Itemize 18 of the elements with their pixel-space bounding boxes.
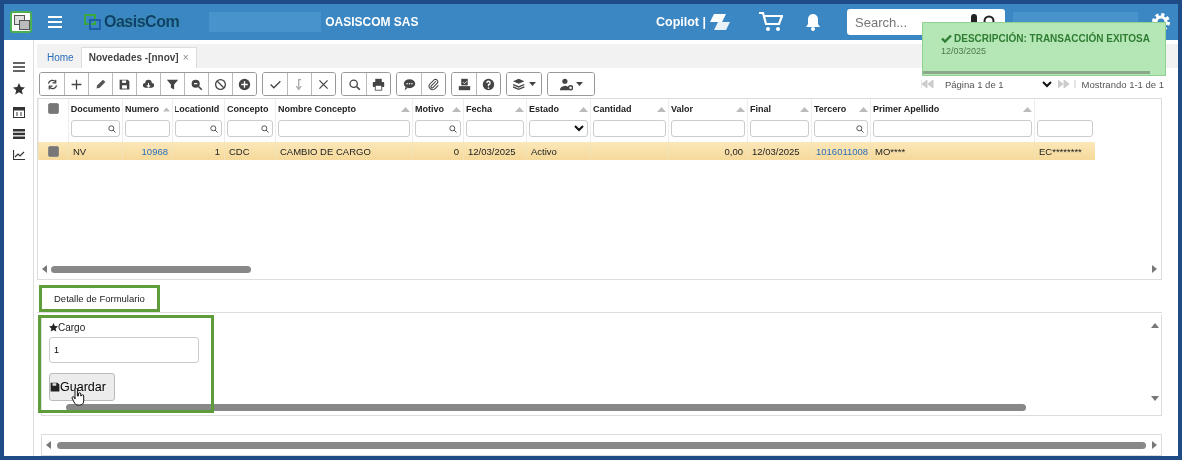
table-cell: EC******** bbox=[1039, 145, 1082, 157]
table-cell: NV bbox=[73, 145, 87, 157]
table-cell: 0 bbox=[453, 145, 459, 157]
field-label: Cargo bbox=[49, 322, 86, 333]
table-cell: 12/03/2025 bbox=[752, 145, 800, 157]
table-cell: MO**** bbox=[875, 145, 906, 157]
table-cell: 12/03/2025 bbox=[468, 145, 516, 157]
table-cell: Activo bbox=[531, 145, 557, 157]
table-cell: 0,00 bbox=[724, 145, 743, 157]
brand-name: OasisCom bbox=[104, 13, 180, 31]
notification-message: DESCRIPCIÓN: TRANSACCIÓN EXITOSA bbox=[941, 33, 1165, 44]
table-cell: 1 bbox=[214, 145, 220, 157]
table-cell: CDC bbox=[229, 145, 250, 157]
page-indicator: Página 1 de 1 bbox=[944, 78, 1004, 90]
table-cell: CAMBIO DE CARGO bbox=[280, 145, 371, 157]
notification-date: 12/03/2025 bbox=[941, 46, 987, 56]
record-count: Mostrando 1-1 de 1 bbox=[1081, 78, 1164, 90]
company-name: OASISCOM SAS bbox=[325, 15, 419, 29]
